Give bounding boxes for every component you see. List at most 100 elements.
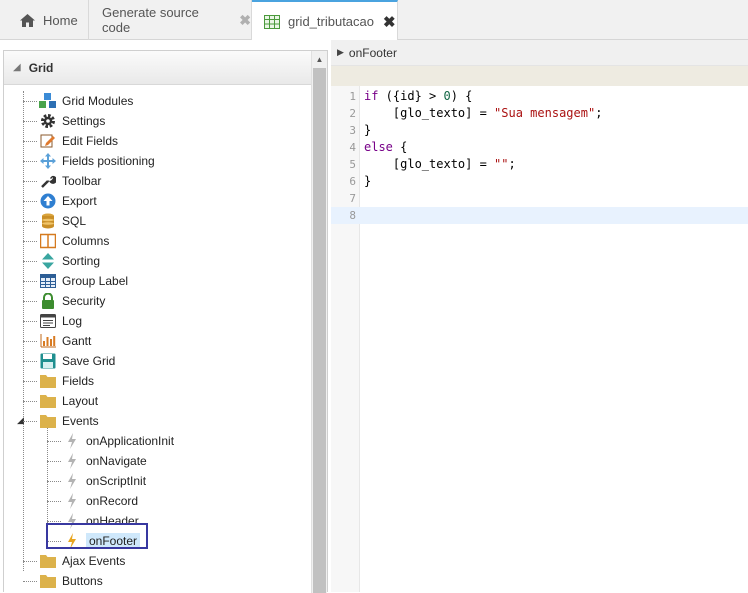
tree-item-grid-modules[interactable]: Grid Modules: [23, 91, 133, 111]
code-line[interactable]: 5 [glo_texto] = "";: [331, 156, 748, 173]
tree-item-label: Gantt: [62, 334, 92, 348]
folder-icon: [39, 373, 57, 389]
tree-item-label: SQL: [62, 214, 87, 228]
folder-icon: [39, 553, 57, 569]
tree-item-save-grid[interactable]: Save Grid: [23, 351, 115, 371]
tree-item-settings[interactable]: Settings: [23, 111, 105, 131]
export-arrow-icon: [39, 193, 57, 209]
tree-item-label: Toolbar: [62, 174, 102, 188]
table-icon: [39, 273, 57, 289]
tree-item-label: onRecord: [86, 494, 139, 508]
folder-icon: [39, 413, 57, 429]
wrench-icon: [39, 173, 57, 189]
tree-item-label: Fields positioning: [62, 154, 155, 168]
tree-item-buttons[interactable]: Buttons: [23, 571, 103, 591]
tree-item-events[interactable]: Events: [23, 411, 99, 431]
event-item-onrecord[interactable]: onRecord: [47, 491, 138, 511]
tree-item-label: Fields: [62, 374, 95, 388]
code-editor[interactable]: 1 if ({id} > 0) { 2 [glo_texto] = "Sua m…: [331, 86, 748, 592]
event-item-onscriptinit[interactable]: onScriptInit: [47, 471, 146, 491]
tree-header-title: Grid: [28, 60, 54, 75]
tree-item-label: Columns: [62, 234, 110, 248]
gantt-chart-icon: [39, 333, 57, 349]
editor-header[interactable]: ▶ onFooter: [331, 40, 748, 66]
line-number: 2: [349, 107, 356, 120]
line-number: 8: [349, 209, 356, 222]
event-item-onnavigate[interactable]: onNavigate: [47, 451, 147, 471]
selection-highlight-box: [46, 523, 148, 549]
tab-label: grid_tributacao: [288, 14, 374, 29]
tree-item-label: onNavigate: [86, 454, 147, 468]
tree-item-gantt[interactable]: Gantt: [23, 331, 91, 351]
grid-table-icon: [264, 14, 280, 29]
scroll-up-arrow-icon[interactable]: ▲: [312, 51, 327, 68]
line-number: 3: [349, 124, 356, 137]
tree-item-label: Log: [62, 314, 83, 328]
tree-item-group-label[interactable]: Group Label: [23, 271, 128, 291]
tree-item-label: Edit Fields: [62, 134, 119, 148]
home-icon: [20, 13, 35, 27]
code-line[interactable]: 1 if ({id} > 0) {: [331, 88, 748, 105]
line-number: 1: [349, 90, 356, 103]
lightning-icon: [63, 473, 81, 489]
close-icon[interactable]: ✖: [239, 12, 251, 29]
line-number: 4: [349, 141, 356, 154]
tree-item-security[interactable]: Security: [23, 291, 105, 311]
tree-item-fields[interactable]: Fields: [23, 371, 94, 391]
tree-item-layout[interactable]: Layout: [23, 391, 98, 411]
code-line[interactable]: 3 }: [331, 122, 748, 139]
edit-fields-icon: [39, 133, 57, 149]
line-number: 7: [349, 192, 356, 205]
code-line[interactable]: 2 [glo_texto] = "Sua mensagem";: [331, 105, 748, 122]
tree-item-edit-fields[interactable]: Edit Fields: [23, 131, 118, 151]
log-icon: [39, 313, 57, 329]
database-icon: [39, 213, 57, 229]
lightning-icon: [63, 453, 81, 469]
code-line[interactable]: 6 }: [331, 173, 748, 190]
tree-item-label: Events: [62, 414, 99, 428]
expand-triangle-icon[interactable]: ▶: [337, 47, 344, 58]
code-line-active[interactable]: 8: [331, 207, 748, 224]
scroll-thumb[interactable]: [313, 68, 326, 593]
tree-item-ajax-events[interactable]: Ajax Events: [23, 551, 125, 571]
editor-toolbar: [331, 66, 748, 86]
tree-item-fields-positioning[interactable]: Fields positioning: [23, 151, 155, 171]
tree-item-columns[interactable]: Columns: [23, 231, 109, 251]
gear-icon: [39, 113, 57, 129]
tree-item-label: Settings: [62, 114, 106, 128]
move-arrows-icon: [39, 153, 57, 169]
code-line[interactable]: 4 else {: [331, 139, 748, 156]
tree-item-export[interactable]: Export: [23, 191, 97, 211]
tree-header[interactable]: ◢ Grid: [4, 51, 312, 85]
tree-item-sql[interactable]: SQL: [23, 211, 86, 231]
folder-icon: [39, 573, 57, 589]
lightning-icon: [63, 493, 81, 509]
tab-grid-tributacao[interactable]: grid_tributacao ✖: [252, 0, 398, 41]
folder-icon: [39, 393, 57, 409]
tree-item-label: Save Grid: [62, 354, 116, 368]
tab-label: Generate source code: [102, 5, 199, 35]
event-item-onapplicationinit[interactable]: onApplicationInit: [47, 431, 174, 451]
lightning-icon: [63, 433, 81, 449]
tab-bar: Home Generate source code ✖ grid_tributa…: [0, 0, 748, 41]
tree-item-label: Export: [62, 194, 97, 208]
tree-item-label: Layout: [62, 394, 99, 408]
code-line[interactable]: 7: [331, 190, 748, 207]
tree-item-label: Security: [62, 294, 106, 308]
close-icon[interactable]: ✖: [383, 13, 396, 31]
sort-arrows-icon: [39, 253, 57, 269]
collapse-triangle-icon[interactable]: ◢: [13, 62, 21, 73]
tree-scrollbar[interactable]: ▲: [311, 51, 327, 593]
tab-generate-source-code[interactable]: Generate source code ✖: [89, 0, 252, 40]
editor-title: onFooter: [348, 45, 397, 60]
line-number: 5: [349, 158, 356, 171]
tree-item-label: onApplicationInit: [86, 434, 175, 448]
tree-item-label: Sorting: [62, 254, 101, 268]
tree-item-sorting[interactable]: Sorting: [23, 251, 100, 271]
tree-item-log[interactable]: Log: [23, 311, 82, 331]
tab-home[interactable]: Home: [0, 0, 89, 40]
tree-item-label: Group Label: [62, 274, 129, 288]
columns-icon: [39, 233, 57, 249]
project-tree-panel: ◢ Grid ▲ Grid Modules Settings Edit Fiel…: [3, 50, 328, 593]
tree-item-toolbar[interactable]: Toolbar: [23, 171, 101, 191]
